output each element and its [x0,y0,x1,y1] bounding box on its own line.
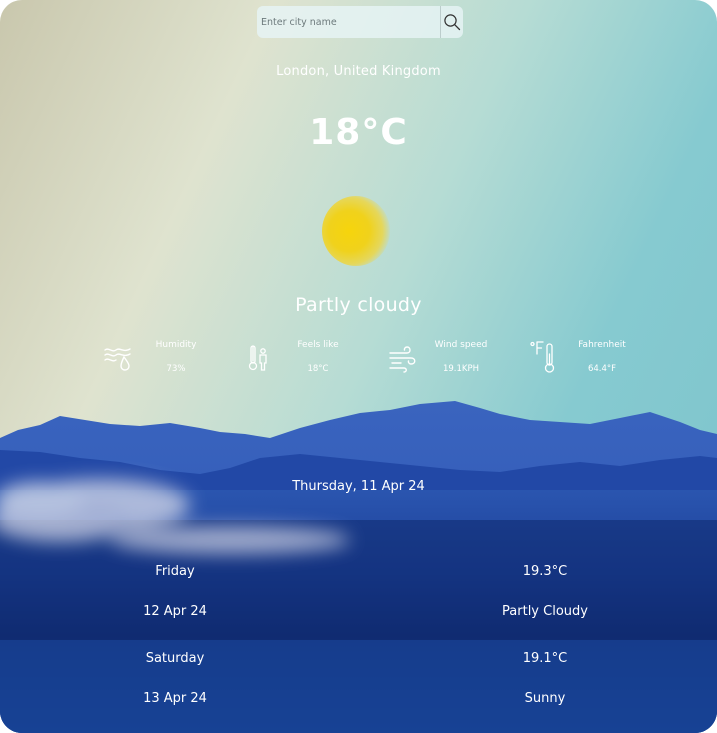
forecast-temperature: 19.1°C [522,651,568,666]
forecast-date: 13 Apr 24 [143,691,207,706]
stat-feels-like: Feels like 18°C [248,338,358,384]
thermometer-icon [530,341,555,373]
humidity-icon [104,348,131,371]
stat-fahrenheit: Fahrenheit 64.4°F [530,338,640,384]
stat-value: 73% [166,364,186,374]
forecast-day: Friday [155,564,195,579]
sun-icon [322,196,390,266]
location-name: London, United Kingdom [276,64,441,79]
search-icon [444,14,461,31]
stat-label: Fahrenheit [578,340,626,350]
stat-label: Humidity [155,340,197,350]
current-date: Thursday, 11 Apr 24 [292,479,425,494]
current-condition: Partly cloudy [295,294,422,316]
stat-value: 19.1KPH [442,364,480,374]
feels-like-icon [248,345,267,371]
forecast-condition: Sunny [524,691,566,706]
stat-wind-speed: Wind speed 19.1KPH [389,338,499,384]
forecast-date: 12 Apr 24 [143,604,207,619]
stat-humidity: Humidity 73% [103,338,213,384]
weather-app: London, United Kingdom 18°C Partly cloud… [0,0,717,733]
stat-label: Feels like [297,340,339,350]
stat-value: 64.4°F [587,364,617,374]
search-input[interactable] [257,6,440,38]
current-temperature: 18°C [309,112,408,153]
stat-label: Wind speed [434,340,488,350]
search-button[interactable] [440,6,463,38]
stat-value: 18°C [307,364,329,374]
forecast-day: Saturday [145,651,205,666]
wind-icon [389,346,416,373]
forecast-temperature: 19.3°C [522,564,568,579]
search-bar [257,6,463,38]
forecast-condition: Partly Cloudy [502,604,588,619]
